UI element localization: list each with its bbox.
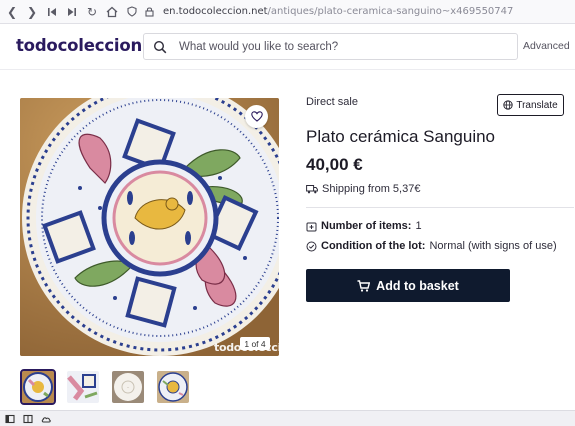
lock-icon[interactable]	[141, 4, 157, 20]
thumbnail-2[interactable]	[67, 371, 99, 403]
number-of-items: Number of items: 1	[306, 220, 422, 232]
advanced-search-link[interactable]: Advanced	[523, 40, 570, 52]
reader-view-icon[interactable]	[23, 414, 33, 424]
shipping-info: Shipping from 5,37€	[306, 183, 420, 195]
search-icon[interactable]	[153, 40, 167, 54]
plate-image	[20, 98, 279, 356]
thumbnail-4[interactable]	[157, 371, 189, 403]
search-input[interactable]: What would you like to search?	[179, 41, 338, 53]
site-header: todocoleccion What would you like to sea…	[0, 24, 575, 70]
browser-toolbar: ❮ ❯ ↻ en.todocoleccion.net/antiques/plat…	[0, 0, 575, 24]
url-path: /antiques/plato-ceramica-sanguino~x46955…	[267, 6, 514, 17]
product-price: 40,00 €	[306, 155, 363, 174]
forward-icon[interactable]: ❯	[24, 4, 40, 20]
browser-status-bar	[0, 410, 575, 426]
skip-back-icon[interactable]	[44, 4, 60, 20]
box-icon	[306, 222, 317, 231]
address-bar[interactable]: en.todocoleccion.net/antiques/plato-cera…	[163, 6, 513, 17]
sale-type-label: Direct sale	[306, 96, 358, 108]
shipping-text: Shipping from 5,37€	[322, 183, 421, 195]
site-logo[interactable]: todocoleccion	[16, 36, 142, 55]
check-circle-icon	[306, 241, 317, 251]
add-to-basket-button[interactable]: Add to basket	[306, 269, 510, 302]
truck-icon	[306, 185, 318, 194]
translate-label: Translate	[516, 99, 558, 111]
thumbnail-3[interactable]: ~	[112, 371, 144, 403]
condition-label: Condition of the lot:	[321, 240, 426, 252]
items-value: 1	[415, 220, 422, 232]
items-label: Number of items:	[321, 220, 412, 232]
skip-forward-icon[interactable]	[64, 4, 80, 20]
product-main-image[interactable]	[20, 98, 279, 356]
translate-button[interactable]: Translate	[497, 94, 564, 116]
shield-icon[interactable]	[124, 4, 140, 20]
lot-condition: Condition of the lot: Normal (with signs…	[306, 240, 557, 252]
image-counter: 1 of 4	[240, 337, 270, 350]
search-box[interactable]: What would you like to search?	[143, 33, 518, 60]
thumbnail-1[interactable]	[20, 369, 56, 405]
reload-icon[interactable]: ↻	[84, 4, 100, 20]
basket-label: Add to basket	[376, 278, 459, 293]
globe-icon	[503, 100, 513, 110]
heart-icon	[250, 111, 263, 122]
divider	[306, 207, 574, 208]
favorite-button[interactable]	[245, 105, 268, 128]
condition-value: Normal (with signs of use)	[429, 240, 557, 252]
cart-icon	[357, 279, 371, 292]
sidebar-icon[interactable]	[5, 414, 15, 424]
back-icon[interactable]: ❮	[4, 4, 20, 20]
home-icon[interactable]	[104, 4, 120, 20]
url-domain: en.todocoleccion.net	[163, 6, 268, 17]
product-title: Plato cerámica Sanguino	[306, 127, 496, 146]
cloud-icon[interactable]	[41, 414, 51, 424]
